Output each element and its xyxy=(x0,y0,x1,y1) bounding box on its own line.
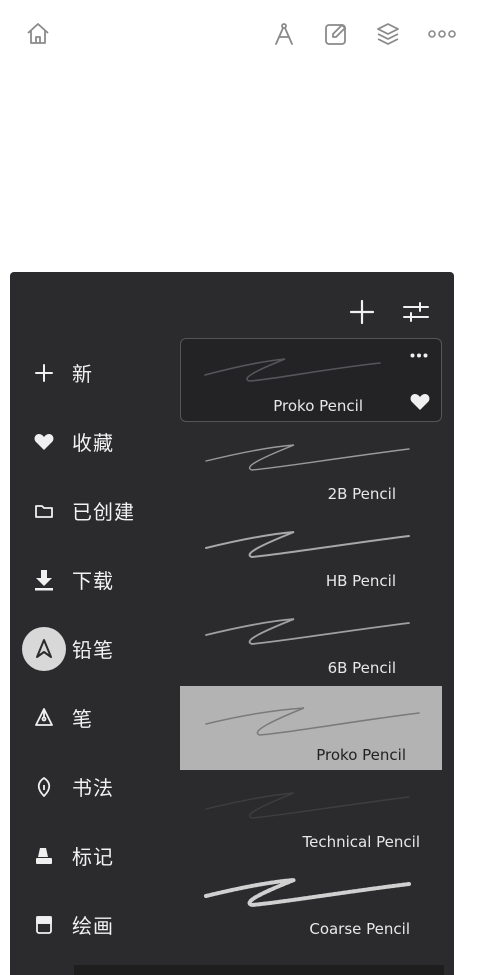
brush-item[interactable]: Technical Pencil xyxy=(180,773,442,857)
category-list: 新 收藏 已创建 下载 铅笔 笔 书法 标记 绘画 xyxy=(10,338,178,959)
home-icon[interactable] xyxy=(22,18,54,50)
heart-icon[interactable] xyxy=(409,391,431,413)
add-brush-button[interactable] xyxy=(342,292,382,332)
brush-stroke-preview xyxy=(205,618,410,645)
brush-name: Proko Pencil xyxy=(273,397,363,415)
brush-item[interactable]: 6B Pencil xyxy=(180,599,442,683)
pencil-tip-icon xyxy=(22,626,66,671)
category-label: 标记 xyxy=(72,845,114,869)
category-label: 已创建 xyxy=(72,500,135,524)
heart-icon xyxy=(22,420,66,464)
download-icon xyxy=(22,558,66,602)
brush-name: Technical Pencil xyxy=(302,833,420,851)
category-calligraphy[interactable]: 书法 xyxy=(10,752,178,821)
brush-name: Proko Pencil xyxy=(316,746,406,764)
category-label: 新 xyxy=(72,362,93,386)
brush-library-panel: 新 收藏 已创建 下载 铅笔 笔 书法 标记 绘画 Proko Pencil 2… xyxy=(10,272,454,975)
more-options-icon[interactable] xyxy=(407,347,431,363)
category-label: 下载 xyxy=(72,569,114,593)
category-label: 绘画 xyxy=(72,914,114,938)
more-horizontal-icon[interactable] xyxy=(426,18,458,50)
edit-square-icon[interactable] xyxy=(320,18,352,50)
brush-item[interactable]: HB Pencil xyxy=(180,512,442,596)
category-markers[interactable]: 标记 xyxy=(10,821,178,890)
brush-list: Proko Pencil 2B Pencil HB Pencil 6B Penc… xyxy=(180,338,444,947)
brush-item[interactable]: Coarse Pencil xyxy=(180,860,442,944)
category-painting[interactable]: 绘画 xyxy=(10,890,178,959)
paint-icon xyxy=(22,903,66,947)
brush-name: Coarse Pencil xyxy=(309,920,410,938)
plus-icon xyxy=(349,299,375,325)
calligraphy-nib-icon xyxy=(22,765,66,809)
category-created[interactable]: 已创建 xyxy=(10,476,178,545)
category-label: 笔 xyxy=(72,707,93,731)
category-new[interactable]: 新 xyxy=(10,338,178,407)
bottom-edge-bar xyxy=(74,965,444,975)
category-label: 铅笔 xyxy=(72,638,114,662)
layers-icon[interactable] xyxy=(372,18,404,50)
category-label: 收藏 xyxy=(72,431,114,455)
brush-name: 6B Pencil xyxy=(327,659,396,677)
brush-stroke-preview xyxy=(204,878,411,908)
plus-icon xyxy=(22,351,66,395)
brush-settings-button[interactable] xyxy=(396,292,436,332)
brush-item[interactable]: 2B Pencil xyxy=(180,425,442,509)
marker-icon xyxy=(22,834,66,878)
category-pencils[interactable]: 铅笔 xyxy=(10,614,178,683)
category-pens[interactable]: 笔 xyxy=(10,683,178,752)
category-downloads[interactable]: 下载 xyxy=(10,545,178,614)
brush-stroke-preview xyxy=(204,358,381,382)
sliders-icon xyxy=(403,302,429,322)
brush-name: 2B Pencil xyxy=(327,485,396,503)
pen-nib-icon xyxy=(22,696,66,740)
brush-item-selected[interactable]: Proko Pencil xyxy=(180,338,442,422)
top-toolbar xyxy=(0,0,480,70)
category-label: 书法 xyxy=(72,776,114,800)
category-favorites[interactable]: 收藏 xyxy=(10,407,178,476)
brush-stroke-preview xyxy=(205,792,410,819)
ruler-compass-icon[interactable] xyxy=(268,18,300,50)
brush-stroke-preview xyxy=(205,707,420,736)
brush-name: HB Pencil xyxy=(325,572,396,590)
brush-stroke-preview xyxy=(205,531,410,559)
brush-item-highlighted[interactable]: Proko Pencil xyxy=(180,686,442,770)
brush-stroke-preview xyxy=(205,444,410,471)
folder-icon xyxy=(22,489,66,533)
